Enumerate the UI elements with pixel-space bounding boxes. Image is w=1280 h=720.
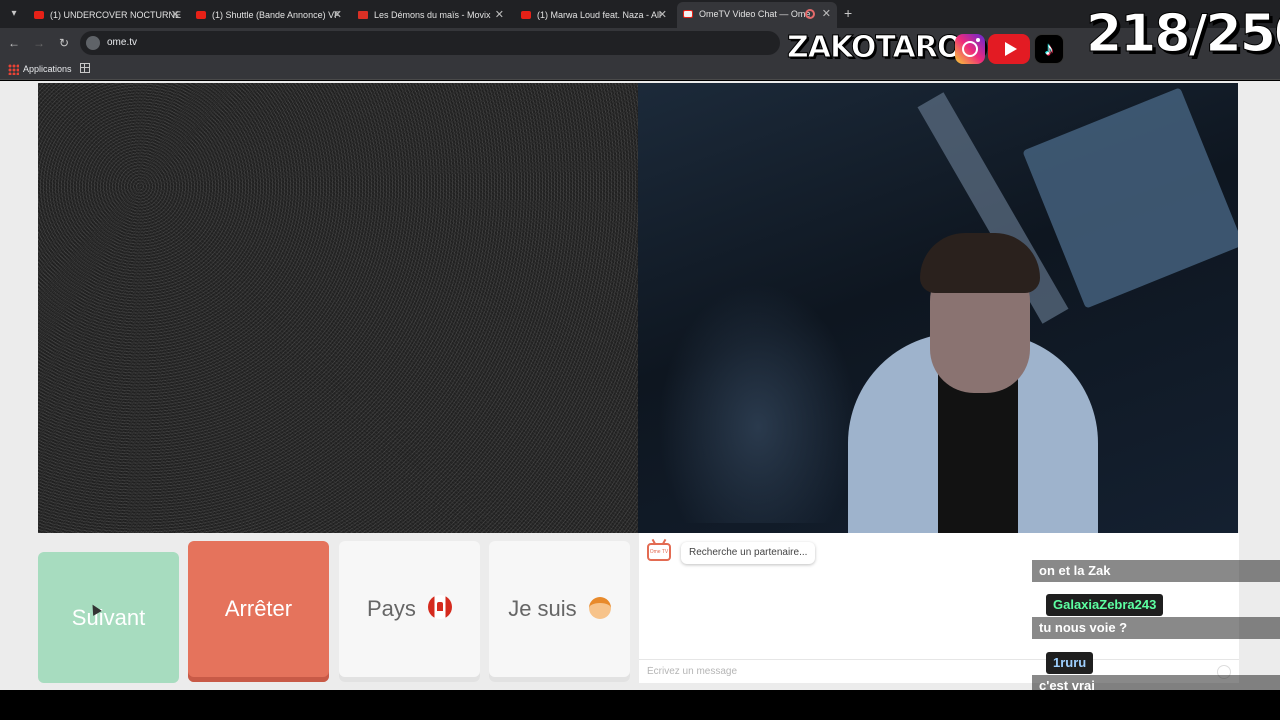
person-shirt bbox=[938, 373, 1018, 533]
gender-button[interactable]: Je suis bbox=[489, 541, 630, 682]
tab-title: Les Démons du maïs - Movix bbox=[374, 10, 491, 20]
url-text[interactable]: ome.tv bbox=[107, 31, 137, 55]
system-message: Recherche un partenaire... bbox=[681, 542, 816, 564]
bookmark-applications[interactable]: Applications bbox=[23, 58, 72, 80]
country-button[interactable]: Pays bbox=[339, 541, 480, 682]
close-tab-icon[interactable]: ✕ bbox=[658, 4, 667, 26]
boy-emoji-icon bbox=[588, 597, 611, 619]
self-webcam-video bbox=[638, 83, 1238, 533]
progress-counter: 218/250 bbox=[1085, 4, 1280, 65]
tab-title: (1) UNDERCOVER NOCTURNE bbox=[50, 10, 182, 20]
close-tab-icon[interactable]: ✕ bbox=[333, 4, 342, 26]
instagram-icon bbox=[955, 34, 985, 64]
new-tab-plus-icon[interactable]: + bbox=[844, 5, 852, 21]
logo-text: Ome TV bbox=[649, 549, 669, 555]
close-tab-icon[interactable]: ✕ bbox=[171, 4, 180, 26]
country-label: Pays bbox=[366, 596, 416, 621]
stop-label: Arrêter bbox=[224, 596, 293, 621]
apps-grid-icon[interactable] bbox=[8, 64, 19, 75]
recording-icon bbox=[805, 9, 815, 19]
youtube-favicon-icon bbox=[34, 11, 44, 19]
stream-chat-overlay: on et la Zak GalaxiaZebra243 tu nous voi… bbox=[1032, 560, 1280, 690]
forward-arrow-icon[interactable]: → bbox=[31, 35, 47, 51]
omnibox[interactable]: ome.tv bbox=[80, 31, 780, 55]
movix-favicon-icon bbox=[358, 11, 368, 19]
chat-username: 1ruru bbox=[1046, 652, 1094, 674]
close-tab-icon[interactable]: ✕ bbox=[495, 4, 504, 26]
close-tab-icon[interactable]: ✕ bbox=[822, 2, 831, 26]
person-hair bbox=[920, 233, 1040, 293]
youtube-favicon-icon bbox=[196, 11, 206, 19]
tab-search-chevron-icon[interactable]: ▾ bbox=[6, 6, 22, 22]
stop-button[interactable]: Arrêter bbox=[188, 541, 329, 682]
tab-title: (1) Marwa Loud feat. Naza - All bbox=[537, 10, 662, 20]
ometv-favicon-icon bbox=[683, 10, 693, 18]
youtube-icon bbox=[988, 34, 1030, 64]
next-button[interactable]: Suivant bbox=[38, 552, 179, 683]
reload-icon[interactable]: ↻ bbox=[56, 35, 72, 51]
tab-shuttle[interactable]: (1) Shuttle (Bande Annonce) VF ✕ bbox=[190, 4, 348, 26]
tab-title: (1) Shuttle (Bande Annonce) VF bbox=[212, 10, 340, 20]
iam-label: Je suis bbox=[508, 596, 577, 621]
chat-message: on et la Zak bbox=[1032, 560, 1280, 582]
tab-groups-icon[interactable] bbox=[80, 63, 90, 73]
background-box bbox=[1022, 87, 1238, 309]
tab-marwa-loud[interactable]: (1) Marwa Loud feat. Naza - All ✕ bbox=[515, 4, 673, 26]
youtube-favicon-icon bbox=[521, 11, 531, 19]
partner-video-static bbox=[38, 83, 638, 533]
next-label: Suivant bbox=[71, 605, 146, 630]
ometv-logo-icon: Ome TV bbox=[647, 543, 671, 561]
back-arrow-icon[interactable]: ← bbox=[6, 35, 22, 51]
tab-undercover[interactable]: (1) UNDERCOVER NOCTURNE ✕ bbox=[28, 4, 186, 26]
chat-message: tu nous voie ? bbox=[1032, 617, 1280, 639]
chat-message: c'est vrai bbox=[1032, 675, 1280, 690]
tab-movix[interactable]: Les Démons du maïs - Movix ✕ bbox=[352, 4, 510, 26]
tab-title: OmeTV Video Chat — Ome bbox=[699, 9, 811, 19]
tiktok-icon: ♪ bbox=[1034, 34, 1064, 64]
background-clutter bbox=[658, 283, 858, 523]
canada-flag-icon bbox=[428, 595, 453, 619]
tab-ometv[interactable]: OmeTV Video Chat — Ome ✕ bbox=[677, 2, 837, 28]
site-info-icon[interactable] bbox=[86, 36, 100, 50]
chat-username: GalaxiaZebra243 bbox=[1046, 594, 1164, 616]
